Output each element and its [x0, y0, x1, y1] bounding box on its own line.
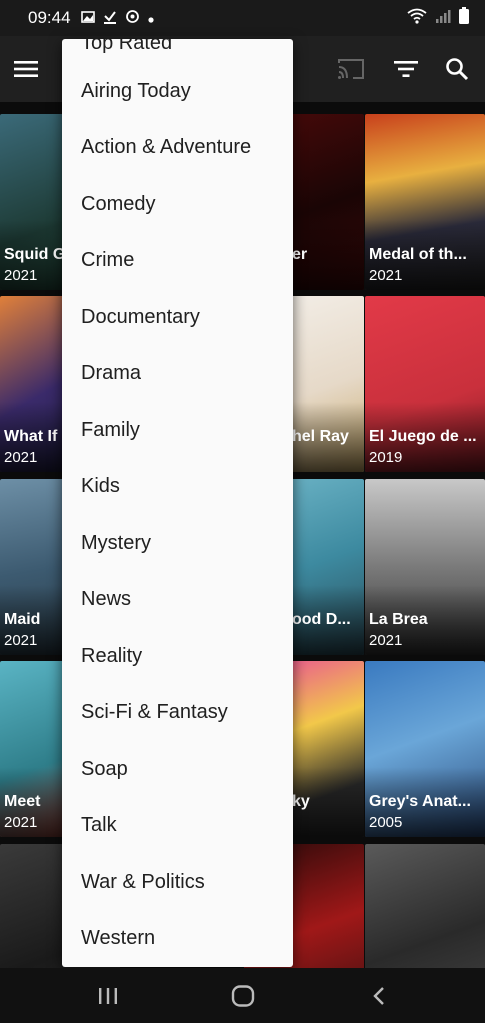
home-icon[interactable]: [228, 982, 258, 1010]
poster-card[interactable]: La Brea 2021: [365, 479, 485, 655]
poster-year: 2021: [369, 267, 403, 284]
poster-card[interactable]: [365, 844, 485, 972]
battery-icon: [459, 7, 469, 29]
menu-item-reality[interactable]: Reality: [62, 628, 293, 684]
menu-item-western[interactable]: Western: [62, 910, 293, 966]
poster-year: 2021: [4, 632, 38, 649]
status-time: 09:44: [28, 8, 71, 27]
menu-item-documentary[interactable]: Documentary: [62, 289, 293, 345]
image-notification-icon: [80, 10, 95, 27]
cast-icon[interactable]: [336, 54, 366, 84]
menu-hamburger-icon[interactable]: [11, 54, 41, 84]
genre-dropdown-menu: Top Rated Airing Today Action & Adventur…: [62, 39, 293, 967]
poster-title: er: [292, 246, 308, 263]
menu-item-mystery[interactable]: Mystery: [62, 515, 293, 571]
system-nav-bar: [0, 968, 485, 1023]
more-notifications-dot-icon: [147, 10, 154, 26]
poster-title: Meet: [4, 793, 41, 810]
menu-item-comedy[interactable]: Comedy: [62, 176, 293, 232]
menu-item-talk[interactable]: Talk: [62, 797, 293, 853]
menu-item-war-politics[interactable]: War & Politics: [62, 854, 293, 910]
poster-card[interactable]: El Juego de ... 2019: [365, 296, 485, 472]
poster-title: Maid: [4, 611, 41, 628]
poster-title: Grey's Anat...: [369, 793, 471, 810]
poster-title: La Brea: [369, 611, 428, 628]
search-icon[interactable]: [442, 54, 472, 84]
poster-year: 2021: [4, 814, 38, 831]
menu-item-crime[interactable]: Crime: [62, 232, 293, 288]
poster-year: 2021: [369, 632, 403, 649]
menu-item-soap[interactable]: Soap: [62, 741, 293, 797]
poster-title: What If: [4, 428, 58, 445]
menu-item-family[interactable]: Family: [62, 402, 293, 458]
signal-icon: [435, 8, 451, 29]
recent-apps-icon[interactable]: [93, 982, 123, 1010]
poster-year: 2021: [4, 449, 38, 466]
menu-item-airing-today[interactable]: Airing Today: [62, 63, 293, 119]
poster-year: 2021: [4, 267, 38, 284]
menu-item-sci-fi-fantasy[interactable]: Sci-Fi & Fantasy: [62, 684, 293, 740]
poster-card[interactable]: Medal of th... 2021: [365, 114, 485, 290]
menu-item-drama[interactable]: Drama: [62, 345, 293, 401]
menu-item-action-adventure[interactable]: Action & Adventure: [62, 119, 293, 175]
poster-title: Squid G: [4, 246, 66, 263]
sync-icon: [125, 9, 140, 27]
poster-title: ky: [292, 793, 310, 810]
poster-title: Medal of th...: [369, 246, 467, 263]
status-bar: 09:44: [0, 0, 485, 36]
wifi-icon: [407, 8, 427, 29]
poster-year: 2005: [369, 814, 403, 831]
poster-card[interactable]: Grey's Anat... 2005: [365, 661, 485, 837]
download-done-icon: [103, 10, 117, 27]
poster-title: ood D...: [292, 611, 351, 628]
back-icon[interactable]: [364, 982, 394, 1010]
poster-title: hel Ray: [292, 428, 349, 445]
poster-year: 2019: [369, 449, 403, 466]
menu-item-kids[interactable]: Kids: [62, 458, 293, 514]
poster-title: El Juego de ...: [369, 428, 477, 445]
menu-item-news[interactable]: News: [62, 571, 293, 627]
filter-icon[interactable]: [391, 54, 421, 84]
